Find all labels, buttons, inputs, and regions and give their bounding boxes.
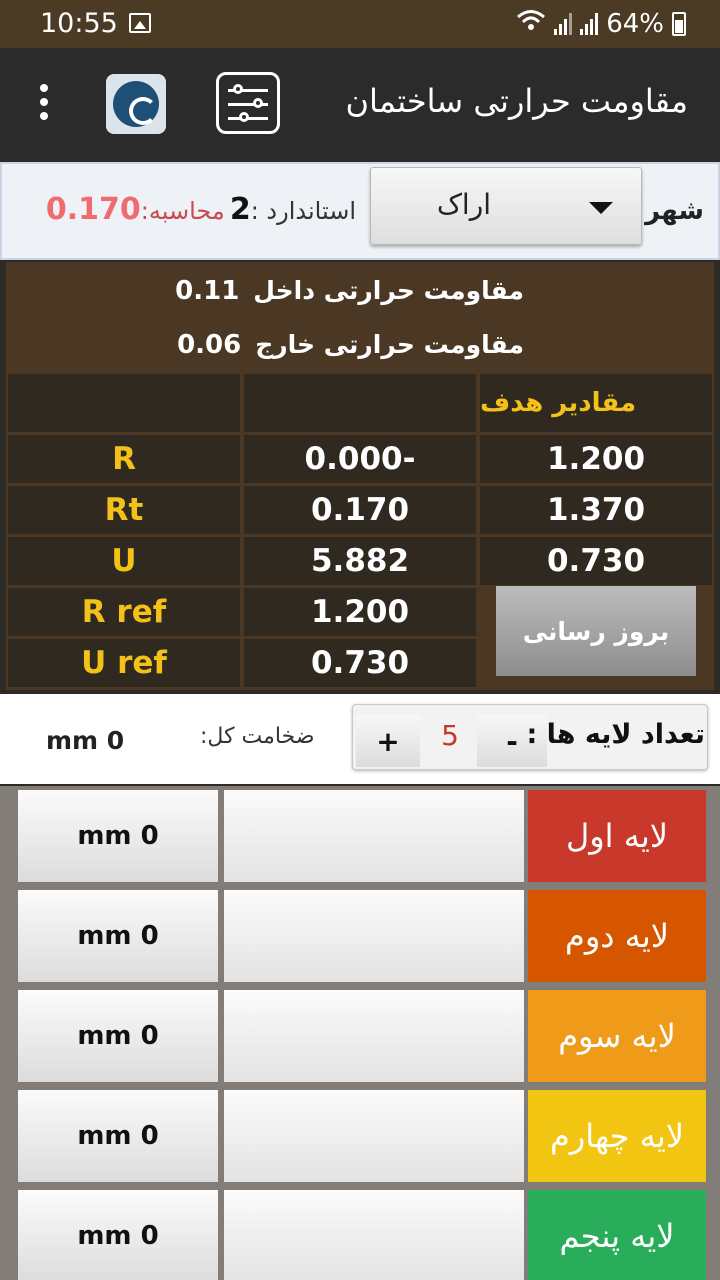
layer-name-button[interactable]: لایه چهارم: [528, 1090, 706, 1182]
status-icons: 64%: [516, 8, 686, 39]
layer-count-label: تعداد لایه ها :: [526, 719, 705, 750]
layer-row: mm 0 لایه پنجم: [0, 1186, 720, 1280]
r-target-value: 1.200: [480, 435, 712, 483]
layer-thickness-button[interactable]: mm 0: [18, 1090, 218, 1182]
signal-icon-1: [554, 12, 573, 35]
row-label-r-ref: R ref: [8, 588, 240, 636]
standard-label: استاندارد :: [250, 197, 356, 225]
header-empty-cell: [8, 374, 240, 432]
results-panel: مقاومت حرارتی داخل 0.11 مقاومت حرارتی خار…: [6, 262, 714, 690]
row-label-rt: Rt: [8, 486, 240, 534]
refresh-icon: [113, 81, 159, 127]
target-values-header: مقادیر هدف: [480, 374, 712, 432]
layer-material-field[interactable]: [224, 890, 524, 982]
layer-thickness-button[interactable]: mm 0: [18, 1190, 218, 1280]
increment-button[interactable]: +: [356, 715, 420, 767]
layer-count-stepper: + 5 - تعداد لایه ها :: [352, 704, 708, 770]
calc-value: 0.170: [45, 192, 141, 227]
outer-resistance-line: مقاومت حرارتی خارج 0.06: [177, 330, 524, 360]
app-title: مقاومت حرارتی ساختمان: [345, 82, 688, 120]
status-bar: 10:55 64%: [0, 0, 720, 48]
layer-name-button[interactable]: لایه سوم: [528, 990, 706, 1082]
city-row: شهر اراک استاندارد :2 محاسبه:0.170: [0, 162, 720, 260]
inner-resistance-line: مقاومت حرارتی داخل 0.11: [175, 276, 524, 306]
layer-name-button[interactable]: لایه دوم: [528, 890, 706, 982]
rt-current-value: 0.170: [244, 486, 476, 534]
city-label: شهر: [645, 196, 704, 226]
battery-percent: 64%: [606, 8, 664, 39]
total-thickness-label: ضخامت کل:: [200, 724, 315, 749]
signal-icon-2: [580, 12, 599, 35]
layer-material-field[interactable]: [224, 990, 524, 1082]
layer-name-button[interactable]: لایه اول: [528, 790, 706, 882]
app-bar: مقاومت حرارتی ساختمان: [0, 48, 720, 160]
outer-resistance-label: مقاومت حرارتی خارج: [255, 330, 524, 359]
layer-row: mm 0 لایه دوم: [0, 886, 720, 982]
standard-calc-line: استاندارد :2 محاسبه:0.170: [46, 192, 356, 227]
row-label-u: U: [8, 537, 240, 585]
layer-row: mm 0 لایه چهارم: [0, 1086, 720, 1182]
wifi-icon: [516, 8, 546, 39]
layers-list: mm 0 لایه اول mm 0 لایه دوم mm 0 لایه سو…: [0, 786, 720, 1280]
layer-thickness-button[interactable]: mm 0: [18, 890, 218, 982]
row-label-r: R: [8, 435, 240, 483]
u-target-value: 0.730: [480, 537, 712, 585]
layer-thickness-button[interactable]: mm 0: [18, 790, 218, 882]
image-notification-icon: [129, 13, 151, 33]
layer-row: mm 0 لایه اول: [0, 786, 720, 882]
calc-label: محاسبه:: [140, 197, 225, 225]
overflow-menu-icon[interactable]: [36, 84, 52, 124]
layer-material-field[interactable]: [224, 790, 524, 882]
row-label-u-ref: U ref: [8, 639, 240, 687]
layer-material-field[interactable]: [224, 1090, 524, 1182]
city-selected-value: اراک: [436, 188, 491, 221]
layer-thickness-button[interactable]: mm 0: [18, 990, 218, 1082]
layer-row: mm 0 لایه سوم: [0, 986, 720, 1082]
chevron-down-icon: [589, 202, 613, 214]
outer-resistance-value: 0.06: [177, 330, 242, 360]
standard-value: 2: [229, 192, 251, 227]
r-ref-value: 1.200: [244, 588, 476, 636]
r-current-value: 0.000-: [244, 435, 476, 483]
status-time: 10:55: [40, 8, 118, 39]
layers-count-row: + 5 - تعداد لایه ها : ضخامت کل: mm 0: [0, 694, 720, 784]
rt-target-value: 1.370: [480, 486, 712, 534]
u-current-value: 5.882: [244, 537, 476, 585]
inner-resistance-value: 0.11: [175, 276, 240, 306]
layer-name-button[interactable]: لایه پنجم: [528, 1190, 706, 1280]
battery-icon: [672, 11, 686, 36]
update-button[interactable]: بروز رسانی: [496, 586, 696, 676]
layer-count-value: 5: [441, 719, 459, 752]
refresh-button[interactable]: [106, 74, 166, 134]
city-dropdown[interactable]: اراک: [370, 167, 642, 245]
header-empty-cell: [244, 374, 476, 432]
u-ref-value: 0.730: [244, 639, 476, 687]
layer-material-field[interactable]: [224, 1190, 524, 1280]
total-thickness-value: mm 0: [46, 726, 125, 755]
inner-resistance-label: مقاومت حرارتی داخل: [253, 276, 524, 305]
settings-sliders-button[interactable]: [216, 72, 280, 134]
